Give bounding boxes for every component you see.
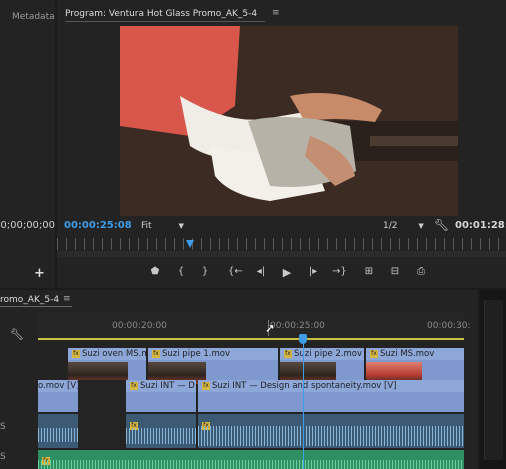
- mark-in-icon[interactable]: {: [174, 266, 188, 277]
- audio-waveform: [38, 428, 78, 442]
- step-back-icon[interactable]: ◂|: [254, 266, 268, 277]
- video-track-v2: fx Suzi oven MS.m fx Suzi pipe 1.mov fx Suz…: [38, 348, 464, 384]
- timeline-clip[interactable]: fx Suzi INT — D: [126, 380, 196, 412]
- track-label: S: [0, 452, 6, 462]
- current-time[interactable]: 00:00:25:08: [64, 220, 132, 231]
- step-forward-icon[interactable]: |▸: [306, 266, 320, 277]
- timeline-clip[interactable]: fx Suzi pipe 1.mov: [148, 348, 278, 384]
- ruler-label: 00:00:20:00: [112, 321, 167, 331]
- ruler-label: 00:00:25:00: [270, 321, 325, 331]
- vertical-scrollbar[interactable]: [484, 300, 503, 460]
- ruler-label: 00:00:30:: [427, 321, 471, 331]
- fx-badge: fx: [72, 349, 80, 358]
- timeline-panel: romo_AK_5-4 ≡ 00:00:20:00 00:00:25:00 00…: [0, 290, 478, 469]
- audio-track-a1: fx fx: [38, 414, 464, 448]
- clip-label: Suzi INT — Design and spontaneity.mov [V…: [212, 381, 397, 391]
- extract-icon[interactable]: ⊟: [388, 266, 402, 277]
- video-frame[interactable]: [120, 26, 458, 216]
- audio-track-a2[interactable]: fx: [38, 450, 464, 469]
- go-to-in-icon[interactable]: {←: [228, 266, 243, 277]
- program-monitor: Program: Ventura Hot Glass Promo_AK_5-4 …: [57, 0, 506, 288]
- left-panel: Metadata 00;00;00;00 +: [0, 0, 55, 288]
- audio-waveform: [38, 460, 464, 469]
- scrub-bar[interactable]: [57, 238, 506, 250]
- audio-clip[interactable]: [38, 414, 78, 448]
- timeline-ruler[interactable]: 00:00:20:00 00:00:25:00 00:00:30:: [38, 312, 470, 342]
- resolution-dropdown[interactable]: 1/2 ▼: [383, 221, 424, 231]
- wrench-icon[interactable]: 🔧︎: [434, 218, 449, 232]
- timeline-clip[interactable]: fx Suzi pipe 2.mov: [280, 348, 364, 384]
- duration-timecode: 00:01:28:0: [455, 220, 506, 231]
- play-icon[interactable]: ▶: [280, 266, 294, 279]
- audio-clip[interactable]: fx: [198, 414, 464, 448]
- resolution-label: 1/2: [383, 221, 398, 231]
- go-to-out-icon[interactable]: →}: [332, 266, 347, 277]
- metadata-tab[interactable]: Metadata: [12, 12, 55, 22]
- export-frame-icon[interactable]: ⎙: [414, 266, 428, 277]
- fx-badge: fx: [202, 381, 210, 390]
- clip-label: o.mov [V]: [38, 381, 78, 391]
- fx-badge: fx: [130, 381, 138, 390]
- clip-label: Suzi oven MS.m: [82, 349, 146, 359]
- scrub-track: [57, 251, 506, 257]
- mouse-cursor-icon: ➚: [265, 321, 276, 335]
- program-monitor-title[interactable]: Program: Ventura Hot Glass Promo_AK_5-4: [65, 9, 257, 19]
- add-button[interactable]: +: [34, 266, 45, 281]
- tab-underline: [0, 306, 72, 307]
- lift-icon[interactable]: ⊞: [362, 266, 376, 277]
- video-track-v1: o.mov [V] fx Suzi INT — D fx Suzi INT — De…: [38, 380, 464, 412]
- timeline-playhead[interactable]: [303, 342, 304, 469]
- clip-label: Suzi MS.mov: [380, 349, 435, 359]
- track-gap: [78, 380, 126, 412]
- audio-waveform: [198, 426, 464, 446]
- audio-waveform: [126, 428, 196, 444]
- timeline-clip[interactable]: fx Suzi INT — Design and spontaneity.mov …: [198, 380, 464, 412]
- transport-controls: ⬟ { } {← ◂| ▶ |▸ →} ⊞ ⊟ ⎙: [148, 266, 438, 280]
- mark-out-icon[interactable]: }: [198, 266, 212, 277]
- timeline-clip[interactable]: fx Suzi oven MS.m: [68, 348, 146, 384]
- playhead-marker[interactable]: [186, 240, 194, 248]
- fit-label: Fit: [141, 221, 152, 231]
- timeline-right-strip: [480, 290, 506, 469]
- audio-clip[interactable]: fx: [126, 414, 196, 448]
- track-gap: [78, 414, 126, 448]
- video-frame-image: [120, 26, 458, 216]
- wrench-icon[interactable]: 🔧︎: [10, 328, 24, 341]
- fx-badge: fx: [152, 349, 160, 358]
- track-label: S: [0, 422, 6, 432]
- clip-label: Suzi pipe 1.mov: [162, 349, 231, 359]
- fx-badge: fx: [284, 349, 292, 358]
- chevron-down-icon: ▼: [418, 222, 424, 230]
- marker-icon[interactable]: ⬟: [148, 266, 162, 277]
- ruler-work-area[interactable]: [38, 338, 464, 340]
- title-underline: [65, 21, 265, 22]
- clip-label: Suzi pipe 2.mov: [294, 349, 363, 359]
- timeline-clip[interactable]: o.mov [V]: [38, 380, 78, 412]
- timeline-clip[interactable]: fx Suzi MS.mov: [366, 348, 464, 384]
- source-timecode[interactable]: 00;00;00;00: [0, 220, 55, 231]
- fit-dropdown[interactable]: Fit ▼: [141, 221, 184, 231]
- timeline-menu-icon[interactable]: ≡: [63, 294, 71, 304]
- chevron-down-icon: ▼: [178, 222, 184, 230]
- clip-label: Suzi INT — D: [140, 381, 195, 391]
- panel-menu-icon[interactable]: ≡: [272, 8, 280, 18]
- timeline-tab[interactable]: romo_AK_5-4: [0, 295, 59, 305]
- fx-badge: fx: [370, 349, 378, 358]
